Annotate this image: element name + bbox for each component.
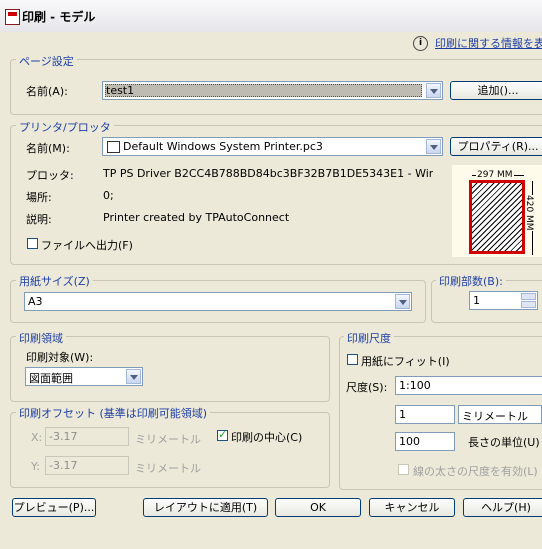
help-link[interactable]: 印刷に関する情報を表 — [435, 35, 542, 51]
help-button[interactable]: ヘルプ(H) — [463, 498, 542, 517]
plot-offset-label: 印刷オフセット (基準は印刷可能領域) — [16, 405, 211, 421]
spin-down-icon[interactable] — [521, 301, 536, 308]
paper-size-value: A3 — [28, 295, 43, 308]
scale-numerator-value: 1 — [399, 408, 406, 421]
plotter-label: プロッタ: — [26, 169, 74, 182]
plot-target-combo[interactable]: 図面範囲 — [25, 367, 143, 386]
copies-input[interactable]: 1 — [469, 291, 538, 310]
description-label: 説明: — [26, 213, 52, 226]
page-setup-name-value: test1 — [106, 84, 135, 97]
unit-label: 長さの単位(U) — [468, 436, 540, 449]
scale-unit-value: ミリメートル — [462, 410, 528, 423]
printer-name-value: Default Windows System Printer.pc3 — [123, 140, 323, 153]
properties-button[interactable]: プロパティ(R)... — [450, 137, 542, 156]
preview-height: 420 MM — [524, 195, 534, 231]
offset-x-unit: ミリメートル — [135, 433, 201, 446]
printer-group-label: プリンタ/プロッタ — [16, 119, 114, 135]
description-value: Printer created by TPAutoConnect — [103, 211, 290, 224]
scale-numerator-input[interactable]: 1 — [395, 405, 455, 424]
chevron-down-icon — [126, 369, 141, 384]
lineweight-checkbox[interactable] — [398, 464, 409, 475]
plot-offset-group — [10, 412, 330, 488]
scale-value: 1:100 — [399, 379, 431, 392]
scale-unit-combo[interactable]: ミリメートル — [458, 405, 542, 424]
plot-scale-label: 印刷尺度 — [344, 330, 394, 346]
paper-size-label: 用紙サイズ(Z) — [16, 273, 93, 289]
location-value: 0; — [103, 189, 114, 202]
add-button[interactable]: 追加()... — [450, 81, 542, 100]
copies-value: 1 — [473, 294, 480, 307]
offset-y-unit: ミリメートル — [135, 462, 201, 475]
window-title: 印刷 - モデル — [22, 10, 96, 24]
plotter-value: TP PS Driver B2CC4B788BD84bc3BF32B7B1DE5… — [103, 167, 433, 180]
print-to-file-label: ファイルへ出力(F) — [41, 239, 133, 252]
printer-name-combo[interactable]: Default Windows System Printer.pc3 — [102, 137, 443, 156]
plot-target-label: 印刷対象(W): — [26, 351, 94, 364]
fit-to-paper-checkbox[interactable] — [347, 354, 358, 365]
printer-name-label: 名前(M): — [26, 142, 70, 155]
spin-up-icon[interactable] — [521, 293, 536, 300]
title-bar: 印刷 - モデル — [0, 0, 542, 33]
cancel-button[interactable]: キャンセル — [369, 498, 455, 517]
location-label: 場所: — [26, 191, 52, 204]
paper-size-combo[interactable]: A3 — [24, 292, 412, 311]
offset-x-value: -3.17 — [49, 430, 78, 443]
fit-to-paper-label: 用紙にフィット(I) — [361, 355, 450, 368]
scale-label: 尺度(S): — [346, 381, 388, 394]
offset-y-input[interactable]: -3.17 — [45, 456, 129, 475]
paper-sheet — [469, 180, 525, 254]
center-plot-checkbox[interactable] — [217, 428, 228, 441]
offset-y-value: -3.17 — [49, 459, 78, 472]
copies-label: 印刷部数(B): — [436, 273, 506, 289]
plot-target-value: 図面範囲 — [29, 372, 73, 385]
preview-width: 297 MM — [476, 170, 514, 180]
preview-button[interactable]: プレビュー(P)... — [12, 498, 96, 517]
apply-to-layout-button[interactable]: レイアウトに適用(T) — [143, 498, 268, 517]
chevron-down-icon — [426, 139, 441, 154]
info-icon: i — [413, 36, 428, 51]
chevron-down-icon — [426, 83, 441, 98]
center-plot-label: 印刷の中心(C) — [231, 431, 303, 444]
scale-denominator-input[interactable]: 100 — [395, 432, 455, 451]
lineweight-label: 線の太さの尺度を有効(L) — [413, 465, 538, 478]
page-setup-label: ページ設定 — [16, 53, 77, 69]
page-setup-name-combo[interactable]: test1 — [102, 81, 443, 100]
print-to-file-checkbox[interactable] — [27, 238, 38, 249]
offset-x-label: X: — [31, 431, 43, 444]
page-setup-name-label: 名前(A): — [26, 85, 68, 98]
scale-denominator-value: 100 — [399, 435, 420, 448]
scale-combo[interactable]: 1:100 — [395, 376, 542, 395]
app-icon — [5, 9, 20, 25]
ok-button[interactable]: OK — [275, 498, 361, 517]
printer-icon — [107, 141, 120, 153]
offset-x-input[interactable]: -3.17 — [45, 427, 129, 446]
offset-y-label: Y: — [31, 460, 40, 473]
paper-preview: 297 MM 420 MM — [452, 165, 542, 257]
chevron-down-icon — [395, 294, 410, 309]
plot-area-label: 印刷領域 — [16, 330, 66, 346]
